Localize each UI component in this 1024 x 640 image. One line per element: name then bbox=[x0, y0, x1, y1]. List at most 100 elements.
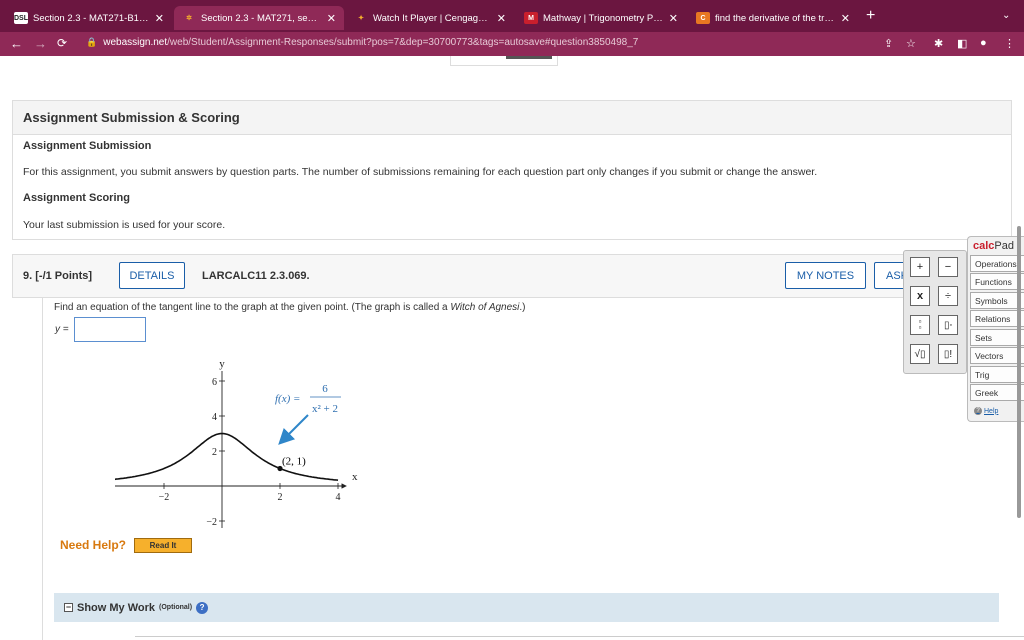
answer-label: y = bbox=[55, 324, 69, 335]
calcpad-operations[interactable]: Operations bbox=[970, 255, 1024, 272]
calcpad-help-link[interactable]: ? Help bbox=[974, 407, 998, 415]
details-button[interactable]: DETAILS bbox=[119, 262, 185, 289]
tab-watch-it-player[interactable]: ✦ Watch It Player | Cengage Lear ✕ bbox=[346, 6, 514, 30]
help-question-icon[interactable]: ? bbox=[196, 601, 209, 614]
back-icon[interactable]: ← bbox=[10, 36, 23, 51]
url-domain: webassign.net bbox=[103, 37, 168, 48]
share-icon[interactable]: ⇪ bbox=[884, 37, 893, 50]
power-tool-button[interactable]: ▯ ▫ bbox=[938, 315, 958, 335]
tangent-line-answer-input[interactable] bbox=[74, 317, 146, 342]
y-tick-label: 6 bbox=[212, 377, 217, 388]
dsl-favicon-icon: DSL bbox=[14, 12, 28, 24]
address-bar: ← → ⟳ 🔒 webassign.net/web/Student/Assignm… bbox=[0, 32, 1024, 56]
reload-icon[interactable]: ⟳ bbox=[57, 36, 67, 50]
new-tab-icon[interactable]: + bbox=[866, 7, 875, 25]
submission-subheading: Assignment Submission bbox=[23, 140, 152, 152]
forward-icon[interactable]: → bbox=[34, 36, 47, 51]
x-tick-label: 4 bbox=[336, 492, 341, 503]
label-arrow bbox=[278, 414, 309, 445]
close-icon[interactable]: ✕ bbox=[155, 12, 164, 25]
sidebar-icon[interactable]: ◧ bbox=[957, 37, 967, 50]
profile-icon[interactable]: ● bbox=[980, 37, 987, 49]
y-axis-label: y bbox=[219, 358, 225, 370]
bookmark-star-icon[interactable]: ☆ bbox=[906, 37, 916, 50]
factorial-tool-button[interactable]: ▯! bbox=[938, 344, 958, 364]
question-body: Find an equation of the tangent line to … bbox=[42, 298, 1024, 640]
extension-puzzle-icon[interactable]: ✱ bbox=[934, 37, 943, 50]
show-my-work-bar[interactable]: − Show My Work (Optional) ? bbox=[54, 593, 999, 622]
collapse-icon[interactable]: − bbox=[64, 603, 73, 612]
previous-question-bar bbox=[506, 56, 552, 59]
question-prompt: Find an equation of the tangent line to … bbox=[54, 302, 526, 313]
y-tick-label: −2 bbox=[206, 517, 217, 528]
page-content: Assignment Submission & Scoring Assignme… bbox=[0, 56, 1024, 640]
tab-section-2-3-active[interactable]: ✲ Section 2.3 - MAT271, section ✕ bbox=[174, 6, 344, 30]
fraction-tool-button[interactable]: ▫ ▫ bbox=[910, 315, 930, 335]
plus-tool-button[interactable]: + bbox=[910, 257, 930, 277]
url-field[interactable]: 🔒 webassign.net/web/Student/Assignment-Re… bbox=[86, 37, 638, 48]
calc-tools-panel: + − x ÷ ▫ ▫ ▯ ▫ √▯ ▯! bbox=[903, 250, 967, 374]
cengage-favicon-icon: ✦ bbox=[358, 15, 364, 22]
calcpad-greek[interactable]: Greek bbox=[970, 384, 1024, 401]
menu-kebab-icon[interactable]: ⋮ bbox=[1004, 37, 1015, 50]
panel-header: Assignment Submission & Scoring bbox=[13, 101, 1011, 135]
close-icon[interactable]: ✕ bbox=[669, 12, 678, 25]
scoring-subheading: Assignment Scoring bbox=[23, 192, 130, 204]
tab-title: find the derivative of the transf bbox=[715, 12, 835, 24]
y-tick-label: 2 bbox=[212, 447, 217, 458]
tab-mathway[interactable]: M Mathway | Trigonometry Proble ✕ bbox=[516, 6, 686, 30]
calcpad-sets[interactable]: Sets bbox=[970, 329, 1024, 346]
x-tick-label: −2 bbox=[159, 492, 170, 503]
lock-icon: 🔒 bbox=[86, 37, 98, 47]
minus-tool-button[interactable]: − bbox=[938, 257, 958, 277]
calcpad-trig[interactable]: Trig bbox=[970, 366, 1024, 383]
close-icon[interactable]: ✕ bbox=[327, 12, 336, 25]
tab-section-2-3-c[interactable]: DSL Section 2.3 - MAT271-B10S: C ✕ bbox=[6, 6, 172, 30]
question-header: 9. [-/1 Points] DETAILS LARCALC11 2.3.06… bbox=[12, 254, 1012, 298]
my-notes-button[interactable]: MY NOTES bbox=[785, 262, 866, 289]
read-it-button[interactable]: Read It bbox=[134, 538, 192, 553]
mathway-favicon-icon: M bbox=[524, 12, 538, 24]
tab-chegg-derivative[interactable]: C find the derivative of the transf ✕ bbox=[688, 6, 858, 30]
point-label: (2, 1) bbox=[282, 456, 306, 468]
close-icon[interactable]: ✕ bbox=[497, 12, 506, 25]
close-icon[interactable]: ✕ bbox=[841, 12, 850, 25]
function-label: f(x) = bbox=[275, 393, 300, 405]
optional-label: (Optional) bbox=[159, 604, 193, 611]
chegg-favicon-icon: C bbox=[696, 12, 710, 24]
divide-tool-button[interactable]: ÷ bbox=[938, 286, 958, 306]
question-code: LARCALC11 2.3.069. bbox=[202, 270, 310, 282]
calcpad-title: calcPad bbox=[973, 240, 1014, 252]
calcpad-panel: calcPad Operations Functions Symbols Rel… bbox=[967, 236, 1024, 422]
help-icon: ? bbox=[974, 407, 982, 415]
tab-title: Mathway | Trigonometry Proble bbox=[543, 12, 663, 24]
times-tool-button[interactable]: x bbox=[910, 286, 930, 306]
calcpad-symbols[interactable]: Symbols bbox=[970, 292, 1024, 309]
show-my-work-label: Show My Work bbox=[77, 601, 156, 614]
x-tick-label: 2 bbox=[278, 492, 283, 503]
scoring-text: Your last submission is used for your sc… bbox=[23, 219, 226, 231]
assignment-submission-panel: Assignment Submission & Scoring Assignme… bbox=[12, 100, 1012, 240]
submission-text: For this assignment, you submit answers … bbox=[23, 166, 818, 178]
webassign-favicon-icon: ✲ bbox=[186, 15, 192, 22]
divider bbox=[135, 636, 1024, 637]
tab-title: Section 2.3 - MAT271-B10S: C bbox=[33, 12, 149, 24]
calcpad-vectors[interactable]: Vectors bbox=[970, 347, 1024, 364]
tab-search-chevron-icon[interactable]: ⌄ bbox=[1002, 10, 1010, 21]
witch-of-agnesi-graph: −4−224−2246xy (2, 1) f(x) = 6 x² + 2 bbox=[115, 358, 358, 528]
sqrt-tool-button[interactable]: √▯ bbox=[910, 344, 930, 364]
calcpad-relations[interactable]: Relations bbox=[970, 310, 1024, 327]
page-scrollbar[interactable] bbox=[1017, 226, 1021, 518]
tab-title: Watch It Player | Cengage Lear bbox=[373, 12, 491, 24]
previous-question-box bbox=[450, 56, 558, 66]
need-help-label: Need Help? bbox=[60, 538, 127, 552]
question-number: 9. [-/1 Points] bbox=[23, 270, 93, 282]
browser-tab-bar: DSL Section 2.3 - MAT271-B10S: C ✕ ✲ Sec… bbox=[0, 0, 1024, 32]
fraction-denominator: x² + 2 bbox=[312, 403, 338, 415]
tab-title: Section 2.3 - MAT271, section bbox=[201, 12, 321, 24]
url-path: /web/Student/Assignment-Responses/submit… bbox=[167, 37, 639, 48]
fraction-numerator: 6 bbox=[322, 383, 328, 395]
x-axis-label: x bbox=[352, 471, 358, 483]
y-tick-label: 4 bbox=[212, 412, 217, 423]
calcpad-functions[interactable]: Functions bbox=[970, 273, 1024, 290]
